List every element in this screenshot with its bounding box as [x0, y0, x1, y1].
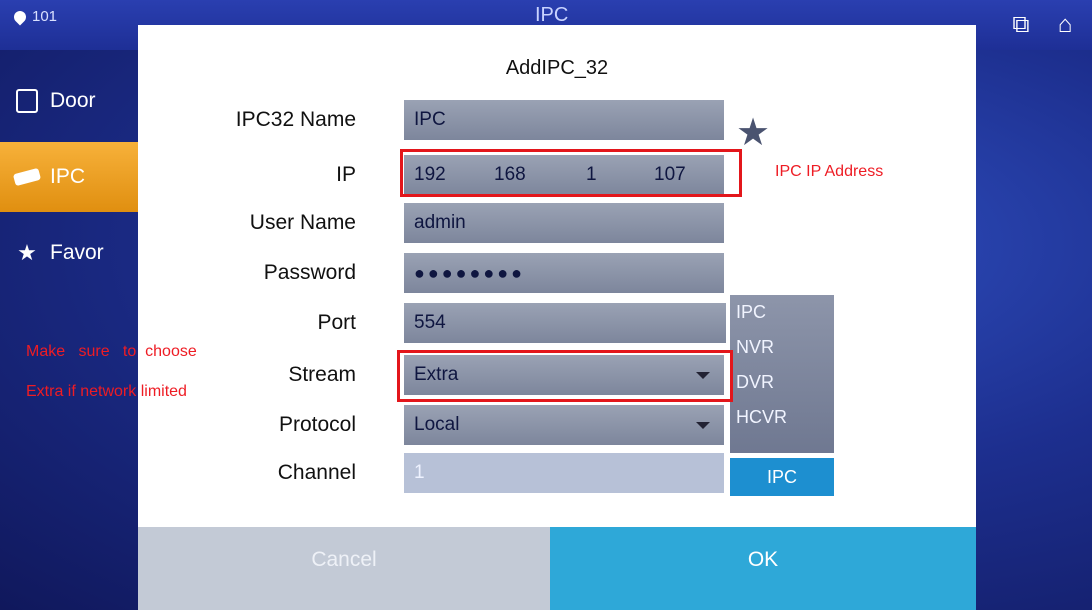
name-row: IPC32 Name IPC: [138, 100, 976, 140]
channel-row: Channel 1: [138, 453, 976, 493]
stream-note-line2: Extra if network limited: [26, 383, 187, 400]
star-icon: ★: [17, 240, 37, 265]
home-icon[interactable]: ⌂: [1052, 12, 1078, 38]
sidebar-item-ipc[interactable]: IPC: [0, 142, 150, 212]
username-label: User Name: [249, 211, 356, 234]
device-type-list: IPC NVR DVR HCVR: [730, 295, 834, 453]
sidebar-item-door[interactable]: Door: [0, 66, 150, 136]
sidebar-menu: Door IPC ★ Favor: [0, 66, 150, 294]
port-row: Port 554: [138, 303, 976, 343]
add-ipc-dialog: AddIPC_32 IPC32 Name IPC ★ IP 192 168 1 …: [138, 25, 976, 610]
room-number: 101: [32, 8, 58, 25]
sidebar-item-label: Favor: [50, 241, 104, 264]
ip-label: IP: [336, 163, 356, 186]
password-label: Password: [263, 261, 356, 284]
door-icon: [14, 88, 40, 114]
sidebar-item-label: IPC: [50, 165, 86, 188]
cancel-button[interactable]: Cancel: [138, 527, 550, 610]
channel-label: Channel: [277, 461, 356, 484]
username-field[interactable]: admin: [404, 203, 724, 243]
password-field[interactable]: ●●●●●●●●: [404, 253, 724, 293]
name-field[interactable]: IPC: [404, 100, 724, 140]
location-pin-icon: [11, 8, 29, 25]
screen-title: IPC: [535, 4, 569, 26]
protocol-select[interactable]: Local: [404, 405, 724, 445]
window-switch-icon[interactable]: ⧉: [1008, 12, 1034, 38]
stream-label: Stream: [288, 363, 356, 386]
port-field[interactable]: 554: [404, 303, 726, 343]
sidebar-item-favor[interactable]: ★ Favor: [0, 218, 150, 288]
ip-note: IPC IP Address: [775, 163, 884, 180]
port-label: Port: [317, 311, 356, 334]
stream-note-line1: Make sure to choose: [26, 343, 197, 360]
protocol-row: Protocol Local: [138, 405, 976, 445]
camera-icon: [12, 164, 42, 190]
stream-highlight-box: [397, 350, 733, 402]
chevron-down-icon: [696, 422, 710, 429]
room-indicator: 101: [11, 8, 58, 25]
ok-button[interactable]: OK: [550, 527, 976, 610]
username-row: User Name admin: [138, 203, 976, 243]
dialog-title: AddIPC_32: [505, 57, 609, 79]
device-type-option[interactable]: HCVR: [730, 400, 834, 435]
device-type-option[interactable]: NVR: [730, 330, 834, 365]
device-type-option[interactable]: DVR: [730, 365, 834, 400]
protocol-value: Local: [414, 414, 460, 435]
protocol-label: Protocol: [278, 413, 356, 436]
channel-field: 1: [404, 453, 724, 493]
device-type-option[interactable]: IPC: [730, 295, 834, 330]
device-type-button[interactable]: IPC: [730, 458, 834, 496]
top-icons: ⧉ ⌂: [1008, 12, 1078, 38]
password-row: Password ●●●●●●●●: [138, 253, 976, 293]
name-label: IPC32 Name: [235, 108, 356, 131]
ip-highlight-box: [400, 149, 742, 197]
sidebar-item-label: Door: [50, 89, 96, 112]
